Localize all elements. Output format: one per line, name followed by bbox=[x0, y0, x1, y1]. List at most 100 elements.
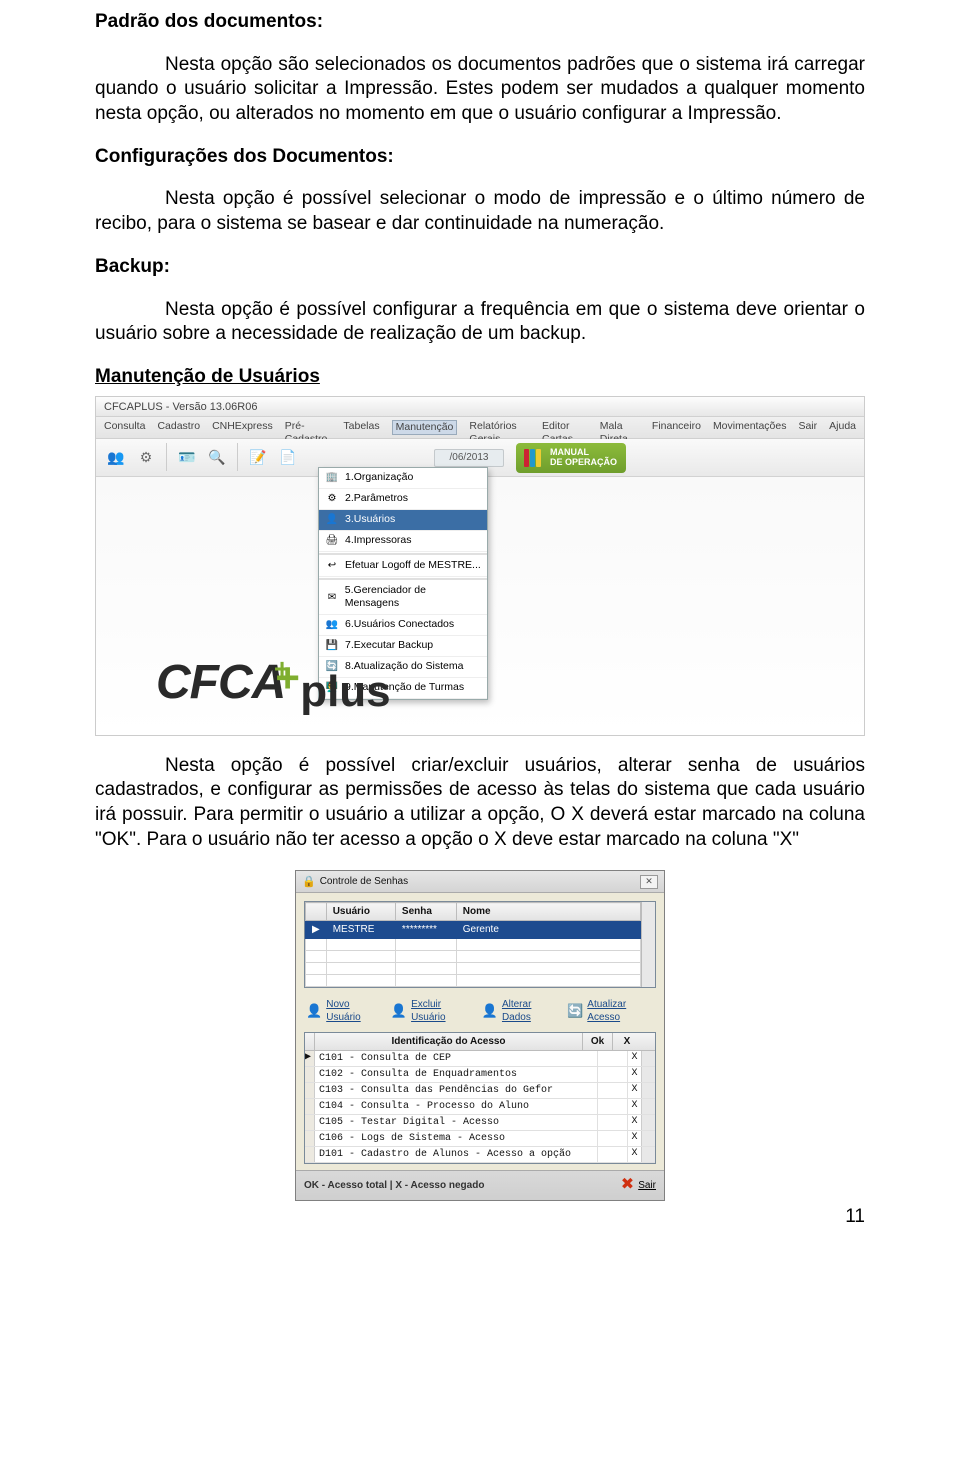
alterar-dados-button[interactable]: 👤Alterar Dados bbox=[482, 998, 557, 1024]
user-delete-icon: 👤 bbox=[391, 1002, 407, 1020]
table-row[interactable] bbox=[306, 951, 641, 963]
access-row[interactable]: C106 - Logs de Sistema - AcessoX bbox=[305, 1131, 655, 1147]
toolbar-icon-users[interactable]: 👥 bbox=[104, 445, 128, 469]
menu-maladireta[interactable]: Mala Direta bbox=[600, 420, 640, 435]
row-selector bbox=[305, 1067, 315, 1082]
access-x[interactable]: X bbox=[627, 1051, 641, 1066]
access-x[interactable]: X bbox=[627, 1083, 641, 1098]
menu-cnhexpress[interactable]: CNHExpress bbox=[212, 420, 273, 435]
lock-icon: 🔒 bbox=[302, 875, 316, 889]
close-icon[interactable]: ✕ bbox=[640, 875, 658, 889]
access-ok[interactable] bbox=[597, 1067, 627, 1082]
table-row[interactable] bbox=[306, 939, 641, 951]
menu-relatorios[interactable]: Relatórios Gerais bbox=[469, 420, 530, 435]
menu-consulta[interactable]: Consulta bbox=[104, 420, 145, 435]
toolbar-icon-gear[interactable]: ⚙ bbox=[134, 445, 158, 469]
scrollbar-track bbox=[641, 1131, 655, 1146]
app-menubar[interactable]: Consulta Cadastro CNHExpress Pré-Cadastr… bbox=[96, 417, 864, 439]
scrollbar-track bbox=[641, 1147, 655, 1162]
access-x[interactable]: X bbox=[627, 1099, 641, 1114]
access-ok[interactable] bbox=[597, 1115, 627, 1130]
menu-manutencao[interactable]: Manutenção bbox=[392, 420, 458, 435]
access-row[interactable]: ▶C101 - Consulta de CEP X bbox=[305, 1051, 655, 1067]
access-ok[interactable] bbox=[597, 1051, 627, 1066]
dropdown-item-impressoras[interactable]: 🖨4.Impressoras bbox=[319, 531, 487, 552]
access-x[interactable]: X bbox=[627, 1067, 641, 1082]
sair-label: Sair bbox=[638, 1179, 656, 1192]
access-x[interactable]: X bbox=[627, 1115, 641, 1130]
cell-senha: ********* bbox=[395, 921, 456, 939]
dropdown-separator bbox=[319, 553, 487, 555]
table-row[interactable] bbox=[306, 975, 641, 987]
col-x: X bbox=[613, 1033, 641, 1050]
access-x[interactable]: X bbox=[627, 1147, 641, 1162]
access-row[interactable]: D101 - Cadastro de Alunos - Acesso a opç… bbox=[305, 1147, 655, 1163]
dropdown-item-usuarios-conectados[interactable]: 👥6.Usuários Conectados bbox=[319, 615, 487, 636]
dialog-footer: OK - Acesso total | X - Acesso negado ✖ … bbox=[296, 1170, 664, 1200]
access-ok[interactable] bbox=[597, 1131, 627, 1146]
heading-manutencao-usuarios: Manutenção de Usuários bbox=[95, 365, 865, 390]
toolbar-icon-doc[interactable]: 📄 bbox=[276, 445, 300, 469]
access-row[interactable]: C103 - Consulta das Pendências do GeforX bbox=[305, 1083, 655, 1099]
menu-financeiro[interactable]: Financeiro bbox=[652, 420, 701, 435]
page-number: 11 bbox=[95, 1205, 865, 1230]
row-selector: ▶ bbox=[305, 1051, 315, 1066]
refresh-icon: 🔄 bbox=[567, 1002, 583, 1020]
access-row[interactable]: C102 - Consulta de EnquadramentosX bbox=[305, 1067, 655, 1083]
row-selector bbox=[305, 1099, 315, 1114]
menu-ajuda[interactable]: Ajuda bbox=[829, 420, 856, 435]
building-icon: 🏢 bbox=[325, 471, 339, 485]
scrollbar[interactable] bbox=[641, 902, 655, 987]
menu-tabelas[interactable]: Tabelas bbox=[343, 420, 379, 435]
novo-usuario-button[interactable]: 👤Novo Usuário bbox=[306, 998, 381, 1024]
toolbar-icon-edit[interactable]: 📝 bbox=[246, 445, 270, 469]
heading-padrao: Padrão dos documentos: bbox=[95, 10, 865, 35]
button-label: Atualizar Acesso bbox=[587, 998, 654, 1024]
toolbar-icon-card[interactable]: 🪪 bbox=[175, 445, 199, 469]
menu-precadastro[interactable]: Pré-Cadastro bbox=[285, 420, 332, 435]
toolbar-icon-search[interactable]: 🔍 bbox=[205, 445, 229, 469]
access-ok[interactable] bbox=[597, 1083, 627, 1098]
toolbar-divider bbox=[166, 443, 167, 471]
access-ok[interactable] bbox=[597, 1147, 627, 1162]
access-x[interactable]: X bbox=[627, 1131, 641, 1146]
button-label: Excluir Usuário bbox=[411, 998, 472, 1024]
disk-icon: 💾 bbox=[325, 639, 339, 653]
dropdown-item-gerenciador-msg[interactable]: ✉5.Gerenciador de Mensagens bbox=[319, 581, 487, 615]
col-identificacao: Identificação do Acesso bbox=[315, 1033, 583, 1050]
users-table[interactable]: Usuário Senha Nome ▶ MESTRE ********* Ge… bbox=[304, 901, 656, 988]
table-row[interactable] bbox=[306, 963, 641, 975]
dropdown-separator bbox=[319, 578, 487, 580]
excluir-usuario-button[interactable]: 👤Excluir Usuário bbox=[391, 998, 472, 1024]
manual-operacao-button[interactable]: MANUAL DE OPERAÇÃO bbox=[516, 443, 626, 473]
atualizar-acesso-button[interactable]: 🔄Atualizar Acesso bbox=[567, 998, 654, 1024]
access-ok[interactable] bbox=[597, 1099, 627, 1114]
sair-button[interactable]: ✖ Sair bbox=[621, 1175, 656, 1196]
button-label: Alterar Dados bbox=[502, 998, 557, 1024]
dialog-titlebar: 🔒 Controle de Senhas ✕ bbox=[296, 871, 664, 893]
dropdown-item-parametros[interactable]: ⚙2.Parâmetros bbox=[319, 489, 487, 510]
dropdown-item-usuarios[interactable]: 👤3.Usuários bbox=[319, 510, 487, 531]
menu-movimentacoes[interactable]: Movimentações bbox=[713, 420, 787, 435]
access-row[interactable]: C104 - Consulta - Processo do AlunoX bbox=[305, 1099, 655, 1115]
dropdown-label: 4.Impressoras bbox=[345, 534, 412, 548]
dropdown-label: Efetuar Logoff de MESTRE... bbox=[345, 559, 481, 573]
cfcaplus-logo: CFCA++plus bbox=[156, 652, 417, 714]
paragraph-padrao: Nesta opção são selecionados os document… bbox=[95, 53, 865, 127]
dialog-title: Controle de Senhas bbox=[320, 875, 408, 888]
access-label: C101 - Consulta de CEP bbox=[315, 1051, 597, 1066]
dropdown-item-logoff[interactable]: ↩Efetuar Logoff de MESTRE... bbox=[319, 556, 487, 577]
menu-editorcartas[interactable]: Editor Cartas bbox=[542, 420, 588, 435]
cell-nome: Gerente bbox=[456, 921, 640, 939]
scrollbar-track bbox=[641, 1099, 655, 1114]
scrollbar-track bbox=[641, 1083, 655, 1098]
gear-icon: ⚙ bbox=[325, 492, 339, 506]
dropdown-item-organizacao[interactable]: 🏢1.Organização bbox=[319, 468, 487, 489]
table-row[interactable]: ▶ MESTRE ********* Gerente bbox=[306, 921, 641, 939]
menu-sair[interactable]: Sair bbox=[798, 420, 817, 435]
access-table[interactable]: Identificação do Acesso Ok X ▶C101 - Con… bbox=[304, 1032, 656, 1164]
heading-config-docs: Configurações dos Documentos: bbox=[95, 145, 865, 170]
access-row[interactable]: C105 - Testar Digital - AcessoX bbox=[305, 1115, 655, 1131]
heading-backup: Backup: bbox=[95, 255, 865, 280]
menu-cadastro[interactable]: Cadastro bbox=[157, 420, 200, 435]
